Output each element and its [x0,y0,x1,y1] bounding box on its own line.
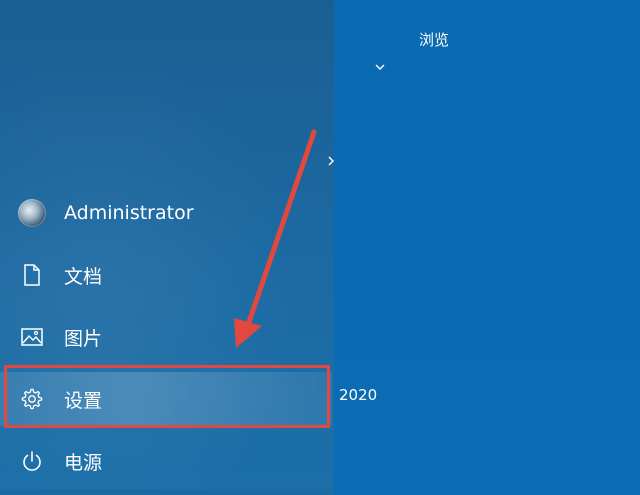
bottom-strip [0,489,334,495]
menu-item-label: 电源 [64,451,103,474]
avatar-slot [0,199,64,227]
start-menu-screen: 浏览 2020 Administrator 文档 图片 设置 电源 [0,0,640,495]
chevron-right-icon[interactable] [326,154,336,168]
power-icon [23,451,41,471]
browse-label[interactable]: 浏览 [419,29,449,50]
gear-icon [21,388,43,410]
year-label: 2020 [339,386,378,404]
menu-item-label: Administrator [64,202,194,224]
menu-item-settings[interactable]: 设置 [0,372,332,426]
chevron-down-icon[interactable] [373,60,387,74]
menu-item-documents[interactable]: 文档 [0,248,332,302]
user-avatar-icon [18,199,46,227]
menu-item-label: 设置 [64,389,103,412]
picture-icon [21,328,43,346]
icon-slot [0,264,64,286]
icon-slot [0,450,64,472]
tile-area [334,0,640,495]
icon-slot [0,388,64,410]
icon-slot [0,327,64,347]
menu-item-pictures[interactable]: 图片 [0,310,332,364]
menu-item-label: 文档 [64,265,103,288]
document-icon [24,264,40,286]
menu-item-label: 图片 [64,327,103,350]
menu-item-power[interactable]: 电源 [0,434,332,488]
menu-item-administrator[interactable]: Administrator [0,186,332,240]
